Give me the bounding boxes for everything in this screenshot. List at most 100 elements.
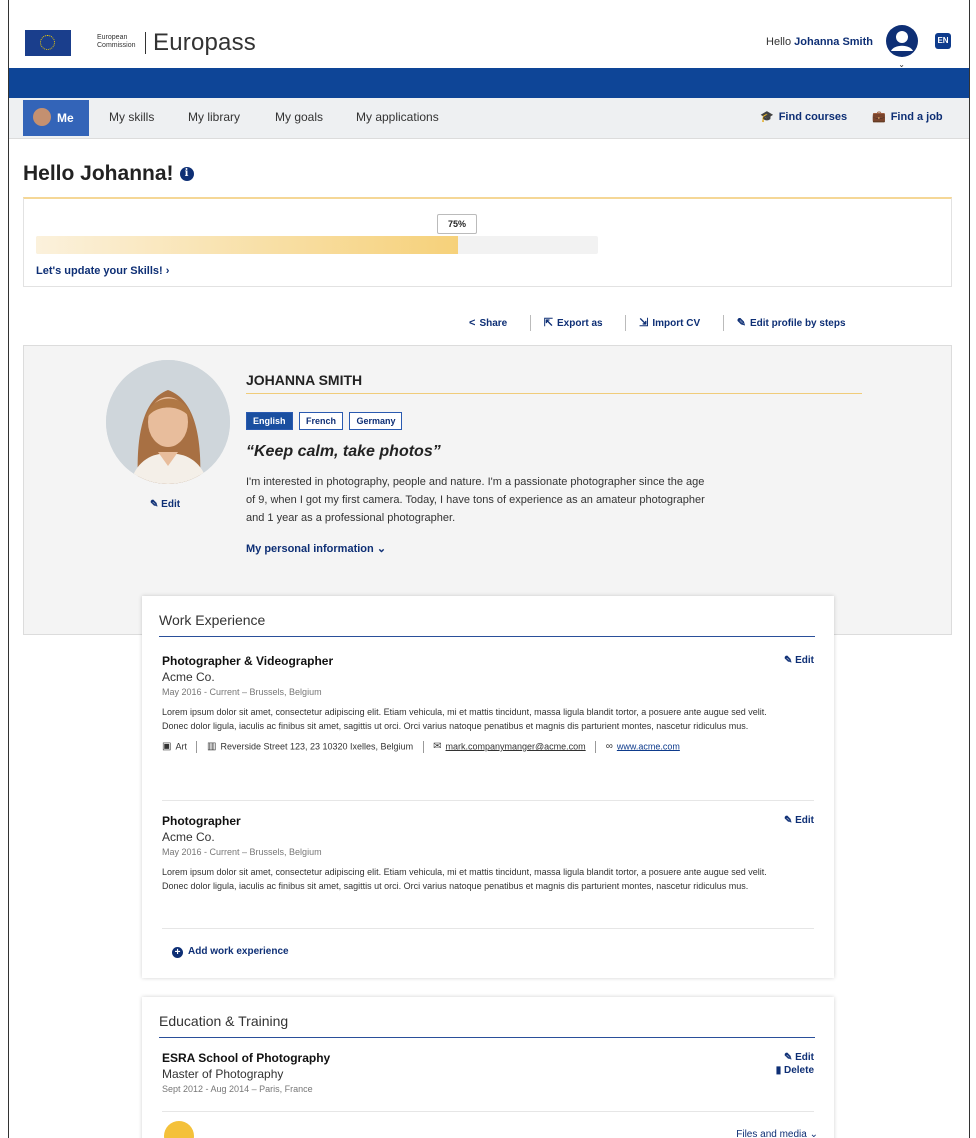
section-title: Education & Training [159, 1013, 289, 1029]
progress-bar [36, 236, 598, 254]
add-work-experience-button[interactable]: + Add work experience [172, 946, 289, 958]
language-tag-english[interactable]: English [246, 412, 293, 430]
job-dates-location: May 2016 - Current – Brussels, Belgium [162, 847, 322, 857]
find-courses-link[interactable]: 🎓 Find courses [760, 110, 847, 123]
company-name: Acme Co. [162, 670, 215, 684]
job-sector: Art [175, 741, 187, 752]
profile-photo [106, 360, 230, 484]
page-title: Hello Johanna! i [23, 162, 194, 186]
delete-education-button[interactable]: ▮ Delete [776, 1064, 814, 1077]
edit-photo-button[interactable]: ✎ Edit [150, 499, 180, 510]
briefcase-icon: ▣ [162, 741, 172, 753]
chevron-down-icon: ⌄ [809, 1129, 818, 1138]
job-dates-location: May 2016 - Current – Brussels, Belgium [162, 687, 322, 697]
european-commission-logo-text: European Commission [97, 34, 136, 50]
education-entry-actions: ✎ Edit ▮ Delete [776, 1051, 814, 1077]
education-dates-location: Sept 2012 - Aug 2014 – Paris, France [162, 1084, 313, 1094]
edit-profile-steps-button[interactable]: ✎ Edit profile by steps [736, 316, 856, 329]
divider [196, 741, 198, 753]
nav-me-label: Me [57, 111, 74, 125]
ec-line1: European [97, 34, 128, 41]
education-section: Education & Training ✎ Edit ▮ Delete ESR… [142, 997, 834, 1138]
top-header: European Commission Europass Hello Johan… [9, 0, 969, 69]
divider [422, 741, 424, 753]
share-label: Share [479, 317, 508, 329]
section-rule [159, 1037, 815, 1038]
share-icon: < [469, 316, 476, 329]
language-tags: English French Germany [246, 411, 404, 430]
nav-tab-my-skills[interactable]: My skills [109, 110, 154, 124]
divider [722, 315, 724, 331]
education-entry: ✎ Edit ▮ Delete ESRA School of Photograp… [162, 1051, 814, 1094]
work-entry: ✎ Edit Photographer Acme Co. May 2016 - … [162, 814, 814, 893]
edit-work-entry-button[interactable]: ✎ Edit [784, 654, 814, 667]
language-tag-french[interactable]: French [298, 412, 343, 430]
language-selector[interactable]: EN [935, 33, 951, 49]
job-meta: ▣ Art ▥ Reverside Street 123, 23 10320 Ixe… [162, 741, 814, 753]
job-title: Photographer & Videographer [162, 654, 334, 668]
job-description: Lorem ipsum dolor sit amet, consectetur … [162, 707, 767, 731]
progress-percent-label: 75% [437, 214, 477, 234]
profile-bio: I'm interested in photography, people an… [246, 476, 705, 524]
divider [530, 315, 532, 331]
edit-photo-label: Edit [161, 499, 181, 510]
export-label: Export as [557, 317, 603, 329]
pencil-icon: ✎ [783, 655, 793, 666]
avatar [33, 108, 51, 127]
export-button[interactable]: ⇱ Export as [543, 316, 613, 329]
personal-information-toggle[interactable]: My personal information ⌄ [246, 542, 386, 555]
degree-name: Master of Photography [162, 1067, 284, 1081]
update-skills-label: Let's update your Skills! [36, 265, 163, 277]
job-address: Reverside Street 123, 23 10320 Ixelles, … [220, 741, 414, 752]
export-icon: ⇱ [543, 316, 554, 329]
greeting-text: Hello Johanna! [23, 162, 174, 185]
divider [595, 741, 597, 753]
greeting-prefix: Hello [766, 36, 792, 48]
nav-tab-my-goals[interactable]: My goals [275, 110, 323, 124]
profile-progress-card: 75% Let's update your Skills! › [23, 197, 952, 287]
brand-bar [9, 68, 969, 98]
europass-brand[interactable]: Europass [145, 29, 256, 57]
eu-flag-logo[interactable] [25, 30, 71, 56]
job-email-link[interactable]: mark.companymanger@acme.com [446, 741, 586, 751]
job-website-link[interactable]: www.acme.com [617, 741, 680, 751]
section-title: Work Experience [159, 612, 266, 628]
add-work-label: Add work experience [188, 946, 289, 957]
language-tag-germany[interactable]: Germany [349, 412, 403, 430]
link-icon: ∞ [605, 741, 613, 753]
update-skills-link[interactable]: Let's update your Skills! › [36, 265, 169, 277]
profile-quote: “Keep calm, take photos” [246, 443, 441, 460]
import-cv-button[interactable]: ⇲ Import CV [639, 317, 710, 329]
main-nav: Me My skills My library My goals My appl… [9, 98, 969, 139]
profile-actions: < Share ⇱ Export as ⇲ Import CV ✎ Edit profi… [469, 315, 866, 331]
import-label: Import CV [652, 317, 701, 329]
nav-tab-my-library[interactable]: My library [188, 110, 240, 124]
find-courses-label: Find courses [778, 111, 848, 123]
files-media-label: Files and media [736, 1129, 807, 1138]
chevron-right-icon: › [165, 265, 170, 277]
user-name: Johanna Smith [794, 36, 873, 48]
nav-tab-my-applications[interactable]: My applications [356, 110, 439, 124]
pencil-icon: ✎ [150, 499, 159, 510]
building-icon: ▥ [207, 741, 217, 753]
nav-tab-me[interactable]: Me [23, 100, 89, 136]
pencil-icon: ✎ [736, 316, 746, 329]
pencil-icon: ✎ [783, 815, 793, 826]
find-job-link[interactable]: 💼 Find a job [872, 110, 943, 123]
briefcase-icon: 💼 [872, 111, 886, 123]
find-job-label: Find a job [890, 111, 943, 123]
share-button[interactable]: < Share [469, 316, 517, 329]
edit-education-button[interactable]: ✎ Edit [776, 1051, 814, 1064]
files-and-media-toggle[interactable]: Files and media ⌄ [736, 1129, 818, 1138]
edit-work-entry-button[interactable]: ✎ Edit [784, 814, 814, 827]
ec-line2: Commission [97, 42, 136, 49]
edit-label: Edit [795, 1052, 814, 1063]
entry-divider [162, 800, 814, 801]
envelope-icon: ✉ [433, 741, 442, 753]
name-underline [246, 393, 862, 394]
app-window: European Commission Europass Hello Johan… [8, 0, 970, 1138]
job-description: Lorem ipsum dolor sit amet, consectetur … [162, 867, 767, 891]
info-icon[interactable]: i [179, 167, 194, 182]
progress-bar-fill [36, 236, 458, 254]
user-avatar-icon[interactable] [885, 24, 919, 58]
